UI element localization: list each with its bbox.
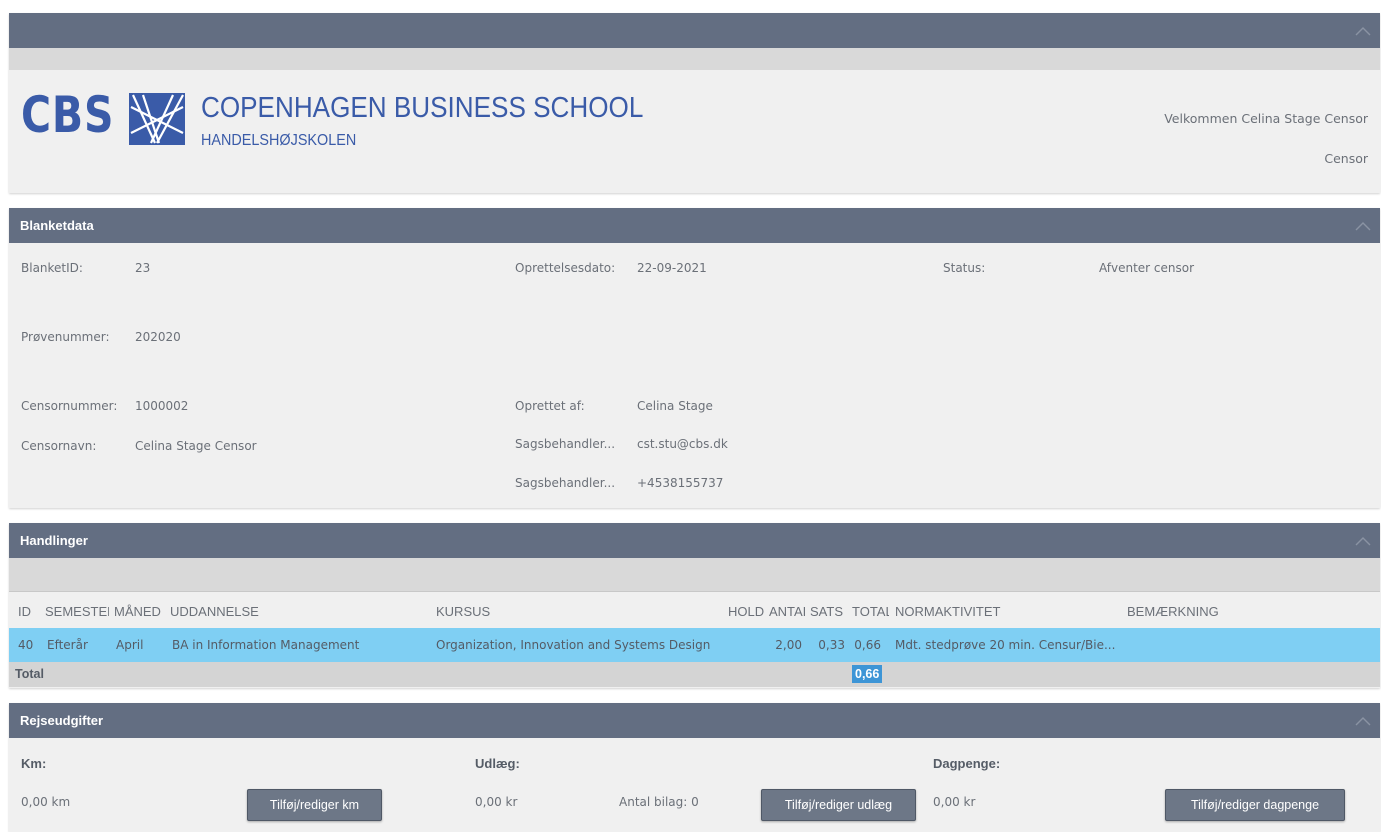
km-value: 0,00 km <box>21 795 71 809</box>
table-total-row: Total 0,66 <box>9 662 1380 687</box>
col-header-total[interactable]: TOTAL <box>852 604 889 619</box>
add-edit-udlaeg-button[interactable]: Tilføj/rediger udlæg <box>761 789 916 821</box>
cell-uddannelse: BA in Information Management <box>172 638 360 652</box>
col-header-semester[interactable]: SEMESTER <box>45 604 109 619</box>
status-label: Status: <box>943 261 986 275</box>
col-header-antal[interactable]: ANTAL <box>769 604 805 619</box>
km-label: Km: <box>21 756 47 771</box>
role-text: Censor <box>1324 151 1368 166</box>
cbs-logo-icon <box>129 93 185 145</box>
blanketid-label: BlanketID: <box>21 261 83 275</box>
oprettet-af-value: Celina Stage <box>637 399 713 413</box>
cell-normaktivitet: Mdt. stedprøve 20 min. Censur/Bie... <box>895 638 1116 652</box>
col-header-hold[interactable]: HOLD <box>728 604 766 619</box>
header-subbar <box>9 48 1380 70</box>
blanketdata-header[interactable]: Blanketdata <box>9 208 1380 243</box>
blanketid-value: 23 <box>135 261 151 275</box>
cell-total: 0,66 <box>854 638 881 652</box>
status-value: Afventer censor <box>1099 261 1195 275</box>
chevron-up-icon[interactable] <box>1354 219 1372 233</box>
table-header-row: ID SEMESTER MÅNED UDDANNELSE KURSUS HOLD… <box>9 592 1380 628</box>
udlaeg-label: Udlæg: <box>475 756 520 771</box>
rejseudgifter-header[interactable]: Rejseudgifter <box>9 703 1380 738</box>
handlinger-header[interactable]: Handlinger <box>9 523 1380 558</box>
provenummer-label: Prøvenummer: <box>21 330 110 344</box>
censornummer-label: Censornummer: <box>21 399 118 413</box>
sagsbehandler-email-label: Sagsbehandler... <box>515 437 616 451</box>
blanketdata-title: Blanketdata <box>20 218 94 233</box>
col-header-normaktivitet[interactable]: NORMAKTIVITET <box>895 604 1115 619</box>
dagpenge-value: 0,00 kr <box>933 795 976 809</box>
add-edit-dagpenge-button[interactable]: Tilføj/rediger dagpenge <box>1165 789 1345 821</box>
censornavn-label: Censornavn: <box>21 439 97 453</box>
oprettet-af-label: Oprettet af: <box>515 399 585 413</box>
rejseudgifter-title: Rejseudgifter <box>20 713 104 728</box>
sagsbehandler-phone-label: Sagsbehandler... <box>515 476 616 490</box>
cell-sats: 0,33 <box>818 638 845 652</box>
cell-id: 40 <box>18 638 34 652</box>
sagsbehandler-email-value: cst.stu@cbs.dk <box>637 437 728 451</box>
handlinger-title: Handlinger <box>20 533 88 548</box>
cbs-logo-text: CBS <box>21 86 115 144</box>
provenummer-value: 202020 <box>135 330 181 344</box>
oprettelsesdato-label: Oprettelsesdato: <box>515 261 616 275</box>
blanketdata-panel: Blanketdata BlanketID: 23 Oprettelsesdat… <box>9 208 1380 508</box>
total-label: Total <box>15 667 44 681</box>
cell-antal: 2,00 <box>775 638 802 652</box>
col-header-bemaerkning[interactable]: BEMÆRKNING <box>1127 604 1327 619</box>
logo-title: COPENHAGEN BUSINESS SCHOOL <box>201 92 644 124</box>
col-header-kursus[interactable]: KURSUS <box>436 604 716 619</box>
col-header-sats[interactable]: SATS <box>810 604 848 619</box>
cell-kursus: Organization, Innovation and Systems Des… <box>436 638 711 652</box>
cell-maaned: April <box>116 638 144 652</box>
oprettelsesdato-value: 22-09-2021 <box>637 261 707 275</box>
col-header-uddannelse[interactable]: UDDANNELSE <box>170 604 420 619</box>
udlaeg-value: 0,00 kr <box>475 795 518 809</box>
chevron-up-icon[interactable] <box>1354 24 1372 38</box>
censornavn-value: Celina Stage Censor <box>135 439 257 453</box>
rejseudgifter-panel: Rejseudgifter Km: 0,00 km Tilføj/rediger… <box>9 703 1380 832</box>
sagsbehandler-phone-value: +4538155737 <box>637 476 724 490</box>
table-row[interactable]: 40 Efterår April BA in Information Manag… <box>9 628 1380 662</box>
dagpenge-label: Dagpenge: <box>933 756 1001 771</box>
censornummer-value: 1000002 <box>135 399 189 413</box>
cell-semester: Efterår <box>47 638 88 652</box>
antal-bilag: Antal bilag: 0 <box>619 795 699 809</box>
add-edit-km-button[interactable]: Tilføj/rediger km <box>247 789 382 821</box>
chevron-up-icon[interactable] <box>1354 714 1372 728</box>
col-header-id[interactable]: ID <box>18 604 46 619</box>
handlinger-panel: Handlinger ID SEMESTER MÅNED UDDANNELSE … <box>9 523 1380 688</box>
handlinger-toolbar <box>9 558 1380 592</box>
header-panel: CBS COPENHAGEN BUSINESS SCHOOL HANDELSHØ… <box>9 13 1380 193</box>
welcome-text: Velkommen Celina Stage Censor <box>1164 111 1368 126</box>
chevron-up-icon[interactable] <box>1354 534 1372 548</box>
total-value: 0,66 <box>852 665 883 683</box>
logo-subtitle: HANDELSHØJSKOLEN <box>201 132 357 149</box>
header-panel-bar <box>9 13 1380 48</box>
col-header-maaned[interactable]: MÅNED <box>114 604 164 619</box>
